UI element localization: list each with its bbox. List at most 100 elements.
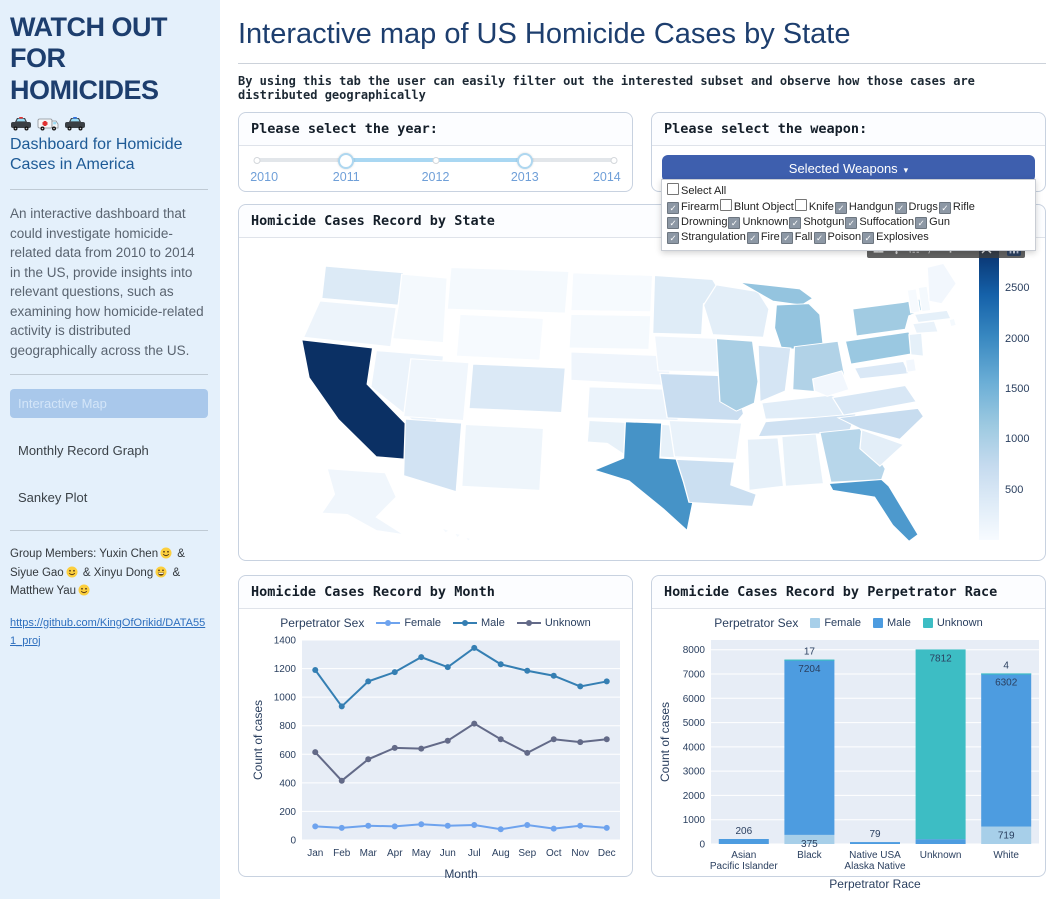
state-CO[interactable] bbox=[468, 363, 567, 413]
state-IL[interactable] bbox=[715, 338, 759, 412]
weapon-option-firearm[interactable]: ✓ Firearm bbox=[667, 200, 719, 215]
checkbox-icon[interactable]: ✓ bbox=[915, 217, 928, 229]
legend-item-female[interactable]: Female bbox=[376, 617, 441, 629]
checkbox-icon[interactable] bbox=[719, 199, 732, 211]
state-MI[interactable] bbox=[773, 303, 825, 350]
bar-segment-male[interactable] bbox=[849, 842, 900, 844]
weapon-option-fire[interactable]: ✓ Fire bbox=[746, 230, 780, 245]
weapon-option-strangulation[interactable]: ✓ Strangulation bbox=[667, 230, 746, 245]
bar-segment-male[interactable] bbox=[915, 839, 966, 844]
weapon-option-unknown[interactable]: ✓ Unknown bbox=[728, 215, 788, 230]
checkbox-icon[interactable]: ✓ bbox=[834, 202, 847, 214]
slider-handle-end[interactable] bbox=[516, 153, 533, 169]
state-AL[interactable] bbox=[781, 433, 825, 487]
repo-link[interactable]: https://github.com/KingOfOrikid/DATA551_… bbox=[10, 617, 205, 647]
year-slider[interactable]: 2010 2011 2012 2013 2014 bbox=[250, 146, 621, 191]
state-NJ[interactable] bbox=[908, 332, 925, 357]
weapon-option-drugs[interactable]: ✓ Drugs bbox=[894, 200, 938, 215]
legend-marker bbox=[376, 620, 401, 626]
state-AZ[interactable] bbox=[402, 418, 463, 493]
checkbox-icon[interactable] bbox=[667, 183, 679, 195]
state-HI[interactable] bbox=[440, 526, 451, 535]
weapon-option-blunt-object[interactable]: Blunt Object bbox=[719, 199, 794, 215]
state-NM[interactable] bbox=[461, 424, 545, 491]
us-states-map[interactable] bbox=[269, 246, 969, 548]
state-RI[interactable] bbox=[948, 317, 958, 328]
legend-item-male[interactable]: Male bbox=[453, 617, 505, 629]
checkbox-icon[interactable]: ✓ bbox=[667, 232, 679, 244]
weapon-option-suffocation[interactable]: ✓ Suffocation bbox=[845, 215, 914, 230]
selected-weapons-button[interactable]: Selected Weapons ▾ bbox=[662, 155, 1035, 182]
checkbox-icon[interactable]: ✓ bbox=[813, 232, 826, 244]
checkbox-icon[interactable]: ✓ bbox=[746, 232, 759, 244]
checkbox-icon[interactable]: ✓ bbox=[938, 202, 951, 214]
checkbox-icon[interactable]: ✓ bbox=[862, 232, 875, 244]
state-ME[interactable] bbox=[926, 262, 957, 305]
bar-segment-male[interactable] bbox=[718, 838, 769, 844]
state-ND[interactable] bbox=[570, 272, 654, 313]
slider-handle-start[interactable] bbox=[338, 153, 355, 169]
state-AR[interactable] bbox=[668, 419, 743, 460]
bar-segment-unknown[interactable] bbox=[783, 659, 834, 661]
state-NE[interactable] bbox=[570, 351, 672, 387]
grin-icon bbox=[155, 566, 167, 578]
divider bbox=[10, 374, 208, 376]
bar-segment-unknown[interactable] bbox=[980, 673, 1031, 675]
state-ID[interactable] bbox=[391, 273, 448, 344]
state-LA[interactable] bbox=[675, 458, 758, 507]
checkbox-icon[interactable]: ✓ bbox=[845, 217, 858, 229]
weapon-option-handgun[interactable]: ✓ Handgun bbox=[834, 200, 894, 215]
state-HI[interactable] bbox=[453, 532, 462, 539]
weapon-option-explosives[interactable]: ✓ Explosives bbox=[862, 230, 929, 245]
state-UT[interactable] bbox=[402, 358, 470, 422]
bar-segment-male[interactable] bbox=[783, 659, 834, 835]
bar-segment-unknown[interactable] bbox=[915, 649, 966, 840]
state-CT[interactable] bbox=[911, 320, 939, 334]
checkbox-icon[interactable]: ✓ bbox=[789, 217, 802, 229]
state-HI[interactable] bbox=[464, 536, 472, 543]
weapon-option-drowning[interactable]: ✓ Drowning bbox=[667, 215, 727, 230]
police-car-icon bbox=[65, 116, 85, 131]
checkbox-icon[interactable] bbox=[794, 199, 807, 211]
sidebar-item-interactive-map[interactable]: Interactive Map bbox=[10, 389, 208, 419]
checkbox-icon[interactable]: ✓ bbox=[780, 232, 793, 244]
selected-weapons-label: Selected Weapons bbox=[788, 161, 898, 176]
month-line-chart[interactable]: 0 200 400 600 800 1000 1200 1400 Jan Feb Mar Apr May… bbox=[246, 632, 626, 884]
race-bar-chart[interactable]: 0 1000 2000 3000 4000 5000 6000 7000 8000 206 Asia… bbox=[653, 632, 1045, 894]
weapon-option-gun[interactable]: ✓ Gun bbox=[915, 215, 950, 230]
weapon-option-rifle[interactable]: ✓ Rifle bbox=[938, 200, 975, 215]
state-WY[interactable] bbox=[455, 313, 545, 361]
state-FL[interactable] bbox=[828, 479, 919, 543]
weapon-option-fall[interactable]: ✓ Fall bbox=[780, 230, 813, 245]
state-MS[interactable] bbox=[746, 437, 785, 491]
state-SD[interactable] bbox=[568, 313, 652, 350]
legend-item-unknown[interactable]: Unknown bbox=[922, 617, 983, 629]
svg-text:79: 79 bbox=[869, 829, 881, 840]
checkbox-icon[interactable]: ✓ bbox=[728, 217, 741, 229]
state-DE[interactable] bbox=[904, 358, 917, 373]
year-tick: 2012 bbox=[421, 170, 450, 184]
weapon-option-shotgun[interactable]: ✓ Shotgun bbox=[789, 215, 844, 230]
checkbox-icon[interactable]: ✓ bbox=[667, 202, 679, 214]
legend-item-female[interactable]: Female bbox=[810, 617, 861, 629]
bar-segment-male[interactable] bbox=[980, 673, 1031, 827]
weapon-option-knife[interactable]: Knife bbox=[794, 199, 834, 215]
state-OR[interactable] bbox=[302, 300, 397, 348]
state-AK[interactable] bbox=[320, 468, 406, 536]
state-MT[interactable] bbox=[446, 266, 570, 314]
sidebar-item-sankey-plot[interactable]: Sankey Plot bbox=[10, 483, 208, 512]
weapon-option-poison[interactable]: ✓ Poison bbox=[813, 230, 861, 245]
choropleth-map[interactable]: 500 1000 1500 2000 2500 bbox=[239, 238, 1045, 560]
state-MD[interactable] bbox=[853, 360, 910, 380]
state-PA[interactable] bbox=[844, 331, 916, 365]
checkbox-icon[interactable]: ✓ bbox=[667, 217, 679, 229]
svg-text:Apr: Apr bbox=[386, 848, 402, 859]
state-IN[interactable] bbox=[757, 344, 792, 403]
legend-item-unknown[interactable]: Unknown bbox=[516, 617, 591, 629]
checkbox-icon[interactable]: ✓ bbox=[894, 202, 907, 214]
sidebar-item-monthly-record-graph[interactable]: Monthly Record Graph bbox=[10, 436, 208, 465]
weapon-option-select-all[interactable]: Select All bbox=[667, 183, 726, 199]
svg-text:719: 719 bbox=[997, 831, 1014, 842]
legend-item-male[interactable]: Male bbox=[873, 617, 911, 629]
state-WA[interactable] bbox=[321, 265, 405, 306]
